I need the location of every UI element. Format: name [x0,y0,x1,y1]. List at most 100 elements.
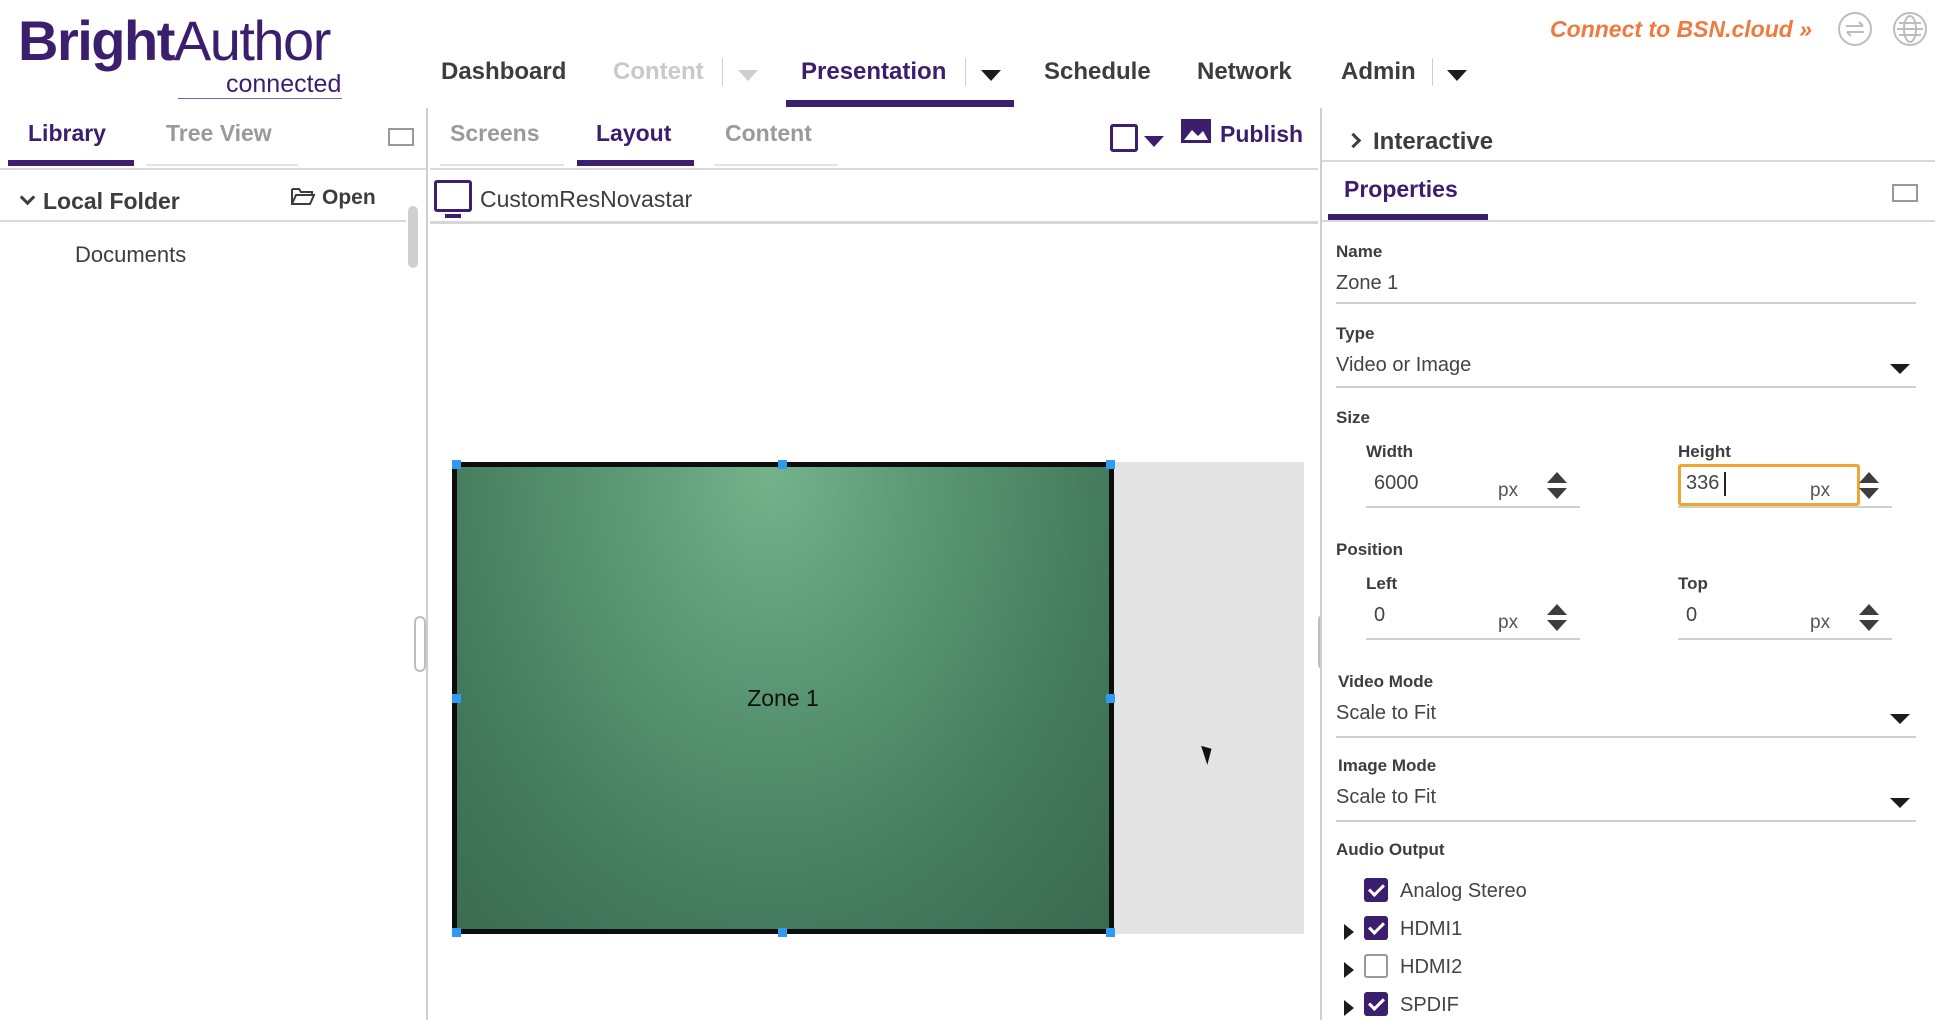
width-field-underline [1366,506,1580,508]
app-logo-subtitle: connected [226,70,342,98]
maximize-panel-icon[interactable] [388,128,414,146]
connect-bsn-link[interactable]: Connect to BSN.cloud » [1550,16,1812,43]
properties-title: Properties [1344,176,1458,202]
checkbox-analog-stereo[interactable] [1364,878,1388,902]
width-input[interactable]: 6000 [1374,472,1419,495]
video-mode-underline [1336,736,1916,738]
left-label: Left [1366,574,1398,593]
zone-1[interactable]: Zone 1 [452,462,1114,934]
divider [1322,160,1935,162]
sync-icon[interactable] [1838,12,1872,46]
divider [430,168,1318,170]
left-panel-resize-handle[interactable] [414,616,426,672]
nav-presentation[interactable]: Presentation [801,58,946,86]
publish-icon [1181,119,1211,143]
name-field-underline [1336,302,1916,304]
tab-library-indicator [8,160,134,166]
top-stepper[interactable] [1858,604,1880,634]
layout-editor-panel: Screens Layout Content Publish CustomRes… [430,108,1318,1020]
nav-active-indicator [786,100,1014,107]
nav-admin[interactable]: Admin [1341,58,1416,86]
nav-network[interactable]: Network [1197,58,1292,86]
width-label: Width [1366,442,1414,461]
tab-tree-view-indicator [146,164,298,166]
library-scrollbar[interactable] [408,206,418,268]
expand-hdmi1-icon[interactable] [1344,924,1354,940]
expand-spdif-icon[interactable] [1344,1000,1354,1016]
globe-icon[interactable] [1893,12,1927,46]
type-select[interactable]: Video or Image [1336,354,1471,377]
top-field-underline [1678,638,1892,640]
name-field[interactable]: Zone 1 [1336,272,1398,295]
image-mode-select[interactable]: Scale to Fit [1336,786,1436,809]
top-label: Top [1678,574,1708,593]
zone-resize-handle[interactable] [452,460,461,469]
save-icon[interactable] [1110,124,1138,152]
maximize-panel-icon[interactable] [1892,184,1918,202]
height-input[interactable]: 336 [1686,472,1719,495]
open-folder-button[interactable]: Open [290,186,376,210]
width-stepper[interactable] [1546,472,1568,502]
video-mode-dropdown-icon[interactable] [1890,714,1910,724]
hdmi2-label: HDMI2 [1400,956,1463,978]
tab-layout[interactable]: Layout [596,120,671,147]
left-stepper[interactable] [1546,604,1568,634]
nav-content-dropdown-icon[interactable] [738,70,758,81]
tab-screens-indicator [440,164,564,166]
nav-presentation-dropdown-icon[interactable] [981,70,1001,81]
publish-button[interactable]: Publish [1180,118,1303,148]
tab-content-indicator [714,164,838,166]
zone-resize-handle[interactable] [1106,694,1115,703]
left-unit: px [1498,612,1519,633]
monitor-icon [434,180,472,218]
nav-content[interactable]: Content [613,58,704,86]
name-label: Name [1336,242,1383,261]
type-dropdown-icon[interactable] [1890,364,1910,374]
tab-library[interactable]: Library [28,120,106,147]
app-logo: BrightAuthor [18,9,331,72]
nav-separator [965,58,966,86]
zone-resize-handle[interactable] [778,928,787,937]
checkbox-hdmi1[interactable] [1364,916,1388,940]
type-field-underline [1336,386,1916,388]
save-dropdown-icon[interactable] [1144,136,1164,147]
screen-header: CustomResNovastar [430,178,1318,224]
video-mode-select[interactable]: Scale to Fit [1336,702,1436,725]
image-mode-dropdown-icon[interactable] [1890,798,1910,808]
expand-hdmi2-icon[interactable] [1344,962,1354,978]
left-field-underline [1366,638,1580,640]
position-label: Position [1336,540,1404,559]
checkbox-hdmi2[interactable] [1364,954,1388,978]
interactive-section-header[interactable]: Interactive [1345,128,1493,156]
screen-title: CustomResNovastar [480,186,693,212]
tab-screens[interactable]: Screens [450,120,540,147]
zone-resize-handle[interactable] [1106,460,1115,469]
folder-open-icon [291,188,316,205]
tab-layout-indicator [577,160,694,166]
hdmi1-label: HDMI1 [1400,918,1463,940]
spdif-label: SPDIF [1400,994,1459,1016]
library-item-documents[interactable]: Documents [75,242,186,268]
height-label: Height [1678,442,1731,461]
zone-resize-handle[interactable] [452,928,461,937]
zone-resize-handle[interactable] [778,460,787,469]
library-panel: Library Tree View Local Folder Open Docu… [0,108,428,1020]
nav-schedule[interactable]: Schedule [1044,58,1151,86]
left-input[interactable]: 0 [1374,604,1385,627]
checkbox-spdif[interactable] [1364,992,1388,1016]
nav-dashboard[interactable]: Dashboard [441,58,566,86]
chevron-down-icon [19,189,36,206]
top-input[interactable]: 0 [1686,604,1697,627]
tab-tree-view[interactable]: Tree View [166,120,272,147]
top-unit: px [1810,612,1831,633]
height-field-underline [1678,506,1892,508]
zone-resize-handle[interactable] [1106,928,1115,937]
zone-resize-handle[interactable] [452,694,461,703]
divider [0,220,406,222]
height-stepper[interactable] [1858,472,1880,502]
divider [1322,220,1935,222]
nav-separator [722,58,723,86]
tab-content[interactable]: Content [725,120,812,147]
nav-admin-dropdown-icon[interactable] [1447,70,1467,81]
local-folder-header[interactable]: Local Folder [18,188,180,215]
